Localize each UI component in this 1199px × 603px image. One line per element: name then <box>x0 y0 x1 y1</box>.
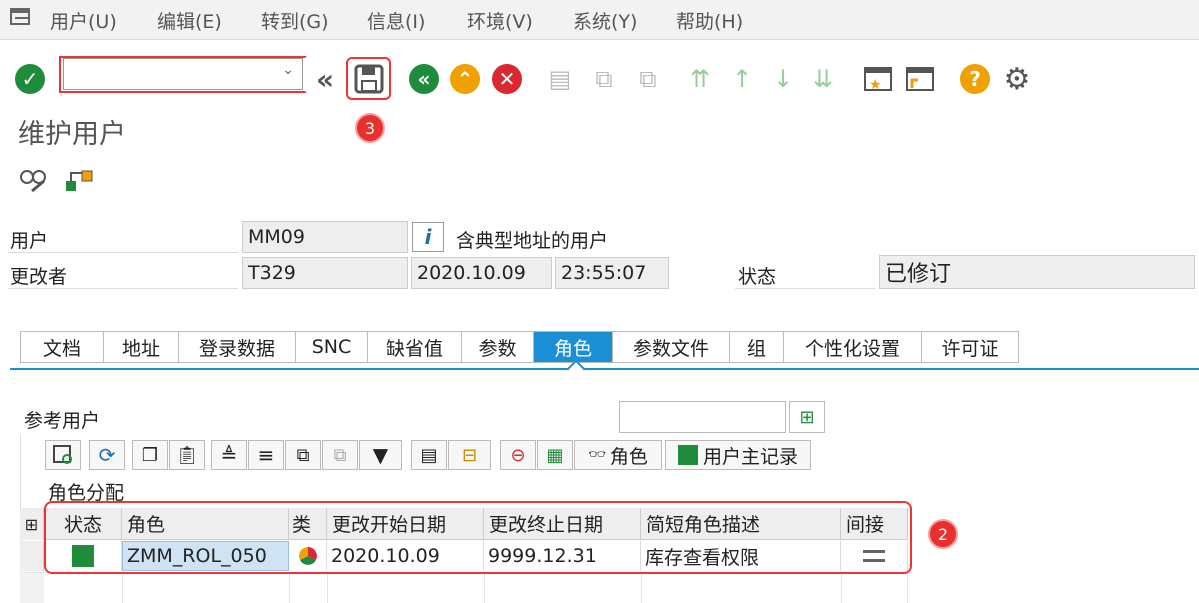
reference-user-input[interactable] <box>619 401 786 433</box>
changed-by-field: T329 <box>242 257 408 289</box>
change-date-field: 2020.10.09 <box>411 257 552 289</box>
adopt-reference-icon[interactable]: ⊞ <box>789 401 825 433</box>
status-label: 状态 <box>738 266 777 288</box>
svg-text:★: ★ <box>869 77 882 93</box>
display-change-icon[interactable] <box>16 163 50 197</box>
tab-snc[interactable]: SNC <box>296 332 368 362</box>
refresh-icon[interactable]: ⟳ <box>89 440 125 470</box>
org-structure-icon[interactable] <box>63 163 97 197</box>
sort-asc-icon[interactable]: ≜ <box>211 440 247 470</box>
cancel-icon[interactable]: ✕ <box>490 62 524 96</box>
prev-page-icon: ↑ <box>731 65 753 93</box>
save-icon[interactable] <box>352 62 386 96</box>
command-field[interactable]: ⌄ <box>63 58 303 90</box>
tab-license[interactable]: 许可证 <box>922 332 1018 362</box>
info-icon[interactable]: i <box>412 222 444 252</box>
reference-user-label: 参考用户 <box>24 410 101 432</box>
find-next-icon: ⧉ <box>639 65 657 93</box>
tab-underline <box>10 368 1199 370</box>
status-field: 已修订 <box>879 255 1195 289</box>
role-assignment-highlight <box>44 501 912 574</box>
menu-environment[interactable]: 环境(V) <box>467 7 533 34</box>
change-time-field: 23:55:07 <box>555 257 669 289</box>
layout-icon[interactable]: ▦ <box>537 440 573 470</box>
back-icon[interactable]: « <box>407 62 441 96</box>
find-next-grid-icon: ⧉ <box>322 440 358 470</box>
step-badge-2: 2 <box>928 519 958 549</box>
enter-icon[interactable]: ✓ <box>13 62 47 96</box>
details-icon[interactable] <box>45 440 81 470</box>
row-selector[interactable] <box>20 541 44 571</box>
select-all-icon[interactable]: ⊞ <box>20 508 44 540</box>
user-field: MM09 <box>242 221 408 253</box>
menu-system[interactable]: 系统(Y) <box>573 7 637 34</box>
tab-defaults[interactable]: 缺省值 <box>368 332 462 362</box>
last-page-icon: ⇊ <box>812 65 834 93</box>
menu-edit[interactable]: 编辑(E) <box>157 7 222 34</box>
gear-icon[interactable]: ⚙ <box>1000 62 1034 97</box>
delete-row-icon[interactable]: ⊖ <box>500 440 536 470</box>
menu-bar: 用户(U) 编辑(E) 转到(G) 信息(I) 环境(V) 系统(Y) 帮助(H… <box>0 0 1199 40</box>
find-icon: ⧉ <box>595 65 613 93</box>
glasses-icon: 👓︎ <box>588 447 606 463</box>
tab-documents[interactable]: 文档 <box>21 332 104 362</box>
copy-icon[interactable]: ❐ <box>132 440 168 470</box>
paste-icon[interactable]: 📋︎ <box>169 440 205 470</box>
empty-row <box>20 572 908 603</box>
step-badge-3: 3 <box>355 113 385 143</box>
chevron-down-icon[interactable]: ⌄ <box>282 62 294 78</box>
user-description: 含典型地址的用户 <box>456 230 609 252</box>
first-page-icon: ⇈ <box>689 65 711 93</box>
tab-logon-data[interactable]: 登录数据 <box>179 332 296 362</box>
tab-groups[interactable]: 组 <box>730 332 784 362</box>
sort-desc-icon[interactable]: ≡ <box>248 440 284 470</box>
role-button-label: 角色 <box>609 445 648 468</box>
filter-icon[interactable]: ▼ <box>359 440 402 470</box>
role-button[interactable]: 👓︎ 角色 <box>574 440 662 470</box>
next-page-icon: ↓ <box>772 65 794 93</box>
print-icon: ▤ <box>548 65 572 93</box>
tab-profiles[interactable]: 参数文件 <box>613 332 730 362</box>
tab-roles[interactable]: 角色 <box>534 332 613 362</box>
tab-strip: 文档 地址 登录数据 SNC 缺省值 参数 角色 参数文件 组 个性化设置 许可… <box>20 331 1019 363</box>
user-label: 用户 <box>10 230 49 252</box>
menu-icon[interactable] <box>10 8 32 26</box>
grid-print-icon[interactable]: ▤ <box>411 440 447 470</box>
tab-personalization[interactable]: 个性化设置 <box>784 332 922 362</box>
menu-help[interactable]: 帮助(H) <box>676 7 743 34</box>
tab-address[interactable]: 地址 <box>104 332 179 362</box>
new-session-icon[interactable]: ★ <box>861 62 895 96</box>
user-master-button[interactable]: 用户主记录 <box>665 440 811 470</box>
tab-parameters[interactable]: 参数 <box>462 332 534 362</box>
exit-icon[interactable]: ⌃ <box>448 62 482 96</box>
export-icon[interactable]: ⊟ <box>448 440 491 470</box>
shortcut-icon[interactable] <box>903 62 937 96</box>
collapse-icon[interactable]: « <box>308 62 342 96</box>
page-title: 维护用户 <box>18 119 126 150</box>
menu-goto[interactable]: 转到(G) <box>261 7 329 34</box>
changed-by-label: 更改者 <box>10 266 68 288</box>
help-icon[interactable]: ? <box>958 62 992 96</box>
green-square-icon <box>677 445 698 465</box>
system-toolbar: ✓ ⌄ « « ⌃ ✕ ▤ ⧉ ⧉ ⇈ ↑ ↓ ⇊ ★ ? ⚙ <box>0 41 1199 101</box>
menu-user[interactable]: 用户(U) <box>50 7 117 34</box>
user-master-button-label: 用户主记录 <box>702 445 798 468</box>
menu-info[interactable]: 信息(I) <box>367 7 425 34</box>
binoculars-icon[interactable]: ⧉ <box>285 440 321 470</box>
